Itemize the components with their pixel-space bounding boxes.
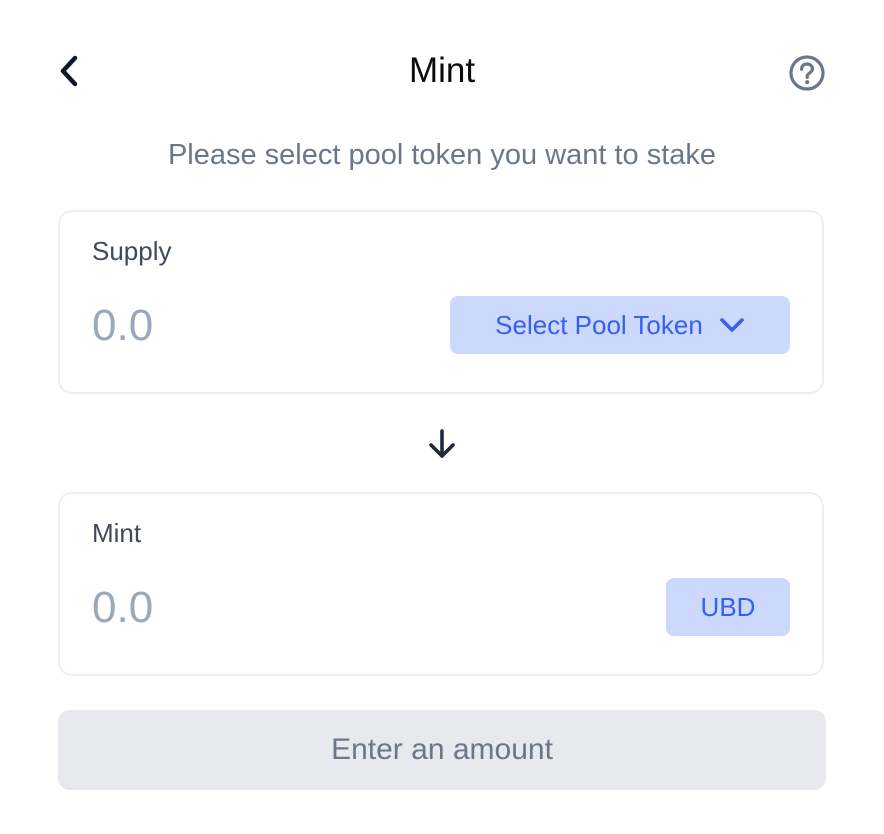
- header: Mint: [0, 38, 884, 104]
- supply-label: Supply: [92, 236, 172, 266]
- ubd-token-button[interactable]: UBD: [666, 578, 790, 636]
- mint-amount-input[interactable]: [92, 582, 392, 634]
- mint-label: Mint: [92, 518, 142, 548]
- ubd-token-label: UBD: [700, 591, 756, 622]
- chevron-down-icon: [720, 318, 744, 332]
- supply-amount-input[interactable]: [92, 300, 392, 352]
- question-circle-icon: [789, 55, 825, 91]
- arrow-down-icon: [429, 429, 455, 458]
- page-title: Mint: [408, 51, 476, 90]
- swap-direction-arrow[interactable]: [422, 424, 462, 464]
- mint-panel: Mint UBD: [58, 492, 824, 676]
- enter-amount-button[interactable]: Enter an amount: [58, 710, 826, 790]
- instruction-text: Please select pool token you want to sta…: [167, 139, 717, 171]
- help-button[interactable]: [786, 52, 828, 94]
- enter-amount-label: Enter an amount: [331, 733, 553, 766]
- supply-panel: Supply Select Pool Token: [58, 210, 824, 394]
- select-pool-token-label: Select Pool Token: [495, 309, 703, 340]
- select-pool-token-button[interactable]: Select Pool Token: [450, 296, 790, 354]
